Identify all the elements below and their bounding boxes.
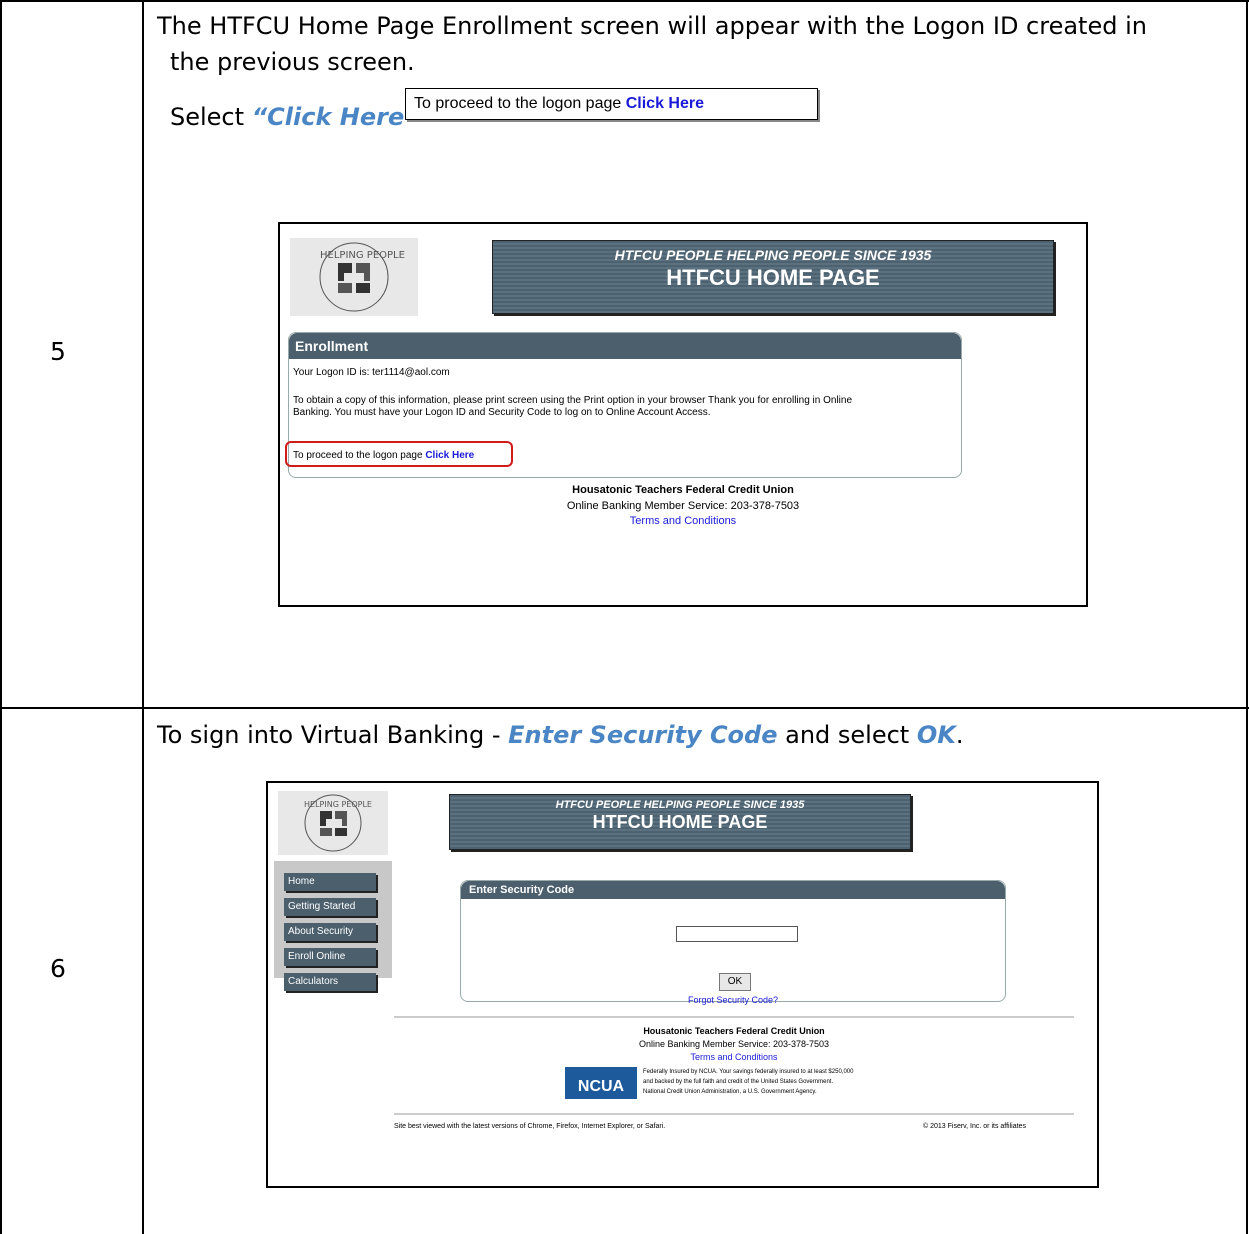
proceed-box: To proceed to the logon page Click Here	[285, 441, 513, 467]
htfcu-logo: HELPING PEOPLE	[290, 238, 418, 316]
footer-member-service: Online Banking Member Service: 203-378-7…	[566, 500, 800, 512]
footer-terms-link[interactable]: Terms and Conditions	[394, 1052, 1074, 1062]
banner-tagline: HTFCU PEOPLE HELPING PEOPLE SINCE 1935	[555, 799, 805, 811]
nav-getting-started[interactable]: Getting Started	[284, 898, 376, 916]
step6-instr-end: .	[955, 721, 964, 749]
enrollment-screenshot: HELPING PEOPLE HTFCU PEOPLE HELPING PEOP…	[278, 222, 1088, 607]
step5-instruction-line2: the previous screen.	[170, 48, 415, 76]
footer-terms-link[interactable]: Terms and Conditions	[280, 515, 1086, 527]
side-nav: Home Getting Started About Security Enro…	[274, 861, 392, 991]
banner-title: HTFCU HOME PAGE	[666, 265, 880, 290]
copyright: © 2013 Fiserv, Inc. or its affiliates	[923, 1123, 1026, 1130]
table-row-divider	[0, 707, 1249, 709]
click-here-callout: To proceed to the logon page Click Here	[405, 88, 818, 120]
ncua-logo: NCUA	[565, 1067, 637, 1099]
enrollment-panel: Enrollment Your Logon ID is: ter1114@aol…	[285, 332, 962, 478]
table-border-right	[1246, 0, 1248, 1234]
nav-enroll-online[interactable]: Enroll Online	[284, 948, 376, 966]
step6-instruction: To sign into Virtual Banking - Enter Sec…	[157, 717, 964, 753]
table-column-divider	[142, 0, 144, 1234]
footer-credit-union-name: Housatonic Teachers Federal Credit Union	[643, 1026, 825, 1036]
footer-divider-top	[394, 1016, 1074, 1018]
callout-click-here-link[interactable]: Click Here	[626, 95, 704, 112]
ok-reference: OK	[916, 721, 956, 749]
banner-title: HTFCU HOME PAGE	[592, 812, 768, 832]
step-number-6: 6	[50, 954, 66, 983]
nav-about-security[interactable]: About Security	[284, 923, 376, 941]
footer-divider-bottom	[394, 1113, 1074, 1115]
nav-calculators[interactable]: Calculators	[284, 973, 376, 991]
security-code-panel: Enter Security Code OK Forgot Security C…	[460, 880, 1006, 1005]
ncua-text-3: National Credit Union Administration, a …	[643, 1089, 817, 1095]
browser-note: Site best viewed with the latest version…	[394, 1123, 666, 1130]
step6-instr-mid: and select	[777, 721, 917, 749]
print-info-line2: Banking. You must have your Logon ID and…	[293, 407, 711, 418]
enrollment-panel-title: Enrollment	[289, 333, 961, 359]
svg-text:HELPING PEOPLE: HELPING PEOPLE	[320, 250, 405, 261]
select-word: Select	[170, 103, 245, 131]
security-code-panel-title: Enter Security Code	[461, 881, 1005, 899]
table-border-left	[0, 0, 2, 1234]
step6-instr-prefix: To sign into Virtual Banking -	[157, 721, 509, 749]
logon-id-text: Your Logon ID is: ter1114@aol.com	[293, 367, 450, 378]
htfcu-banner: HTFCU PEOPLE HELPING PEOPLE SINCE 1935 H…	[492, 240, 1054, 314]
table-border-top	[0, 0, 1249, 2]
forgot-security-code-link[interactable]: Forgot Security Code?	[461, 995, 1005, 1005]
banner-tagline: HTFCU PEOPLE HELPING PEOPLE SINCE 1935	[614, 247, 932, 263]
ncua-text-2: and backed by the full faith and credit …	[643, 1079, 834, 1085]
proceed-text: To proceed to the logon page	[293, 450, 423, 461]
enter-security-code-reference: Enter Security Code	[508, 721, 778, 749]
security-code-screenshot: HELPING PEOPLE HTFCU PEOPLE HELPING PEOP…	[266, 781, 1099, 1188]
proceed-click-here-link[interactable]: Click Here	[425, 450, 474, 461]
htfcu-logo: HELPING PEOPLE	[278, 791, 388, 855]
step-number-5: 5	[50, 337, 66, 366]
ok-button[interactable]: OK	[719, 973, 751, 991]
print-info-line1: To obtain a copy of this information, pl…	[293, 395, 853, 406]
ncua-text-1: Federally Insured by NCUA. Your savings …	[643, 1069, 854, 1075]
callout-text: To proceed to the logon page	[414, 95, 622, 112]
footer-member-service: Online Banking Member Service: 203-378-7…	[638, 1039, 830, 1049]
security-code-input[interactable]	[676, 926, 798, 942]
footer-credit-union-name: Housatonic Teachers Federal Credit Union	[572, 484, 794, 496]
click-here-reference: “Click Here”	[251, 103, 420, 131]
nav-home[interactable]: Home	[284, 873, 376, 891]
step5-instruction-line1: The HTFCU Home Page Enrollment screen wi…	[157, 12, 1147, 40]
step5-select-line: Select “Click Here”	[170, 99, 420, 135]
svg-text:HELPING PEOPLE: HELPING PEOPLE	[304, 800, 372, 809]
htfcu-banner: HTFCU PEOPLE HELPING PEOPLE SINCE 1935 H…	[449, 794, 911, 850]
